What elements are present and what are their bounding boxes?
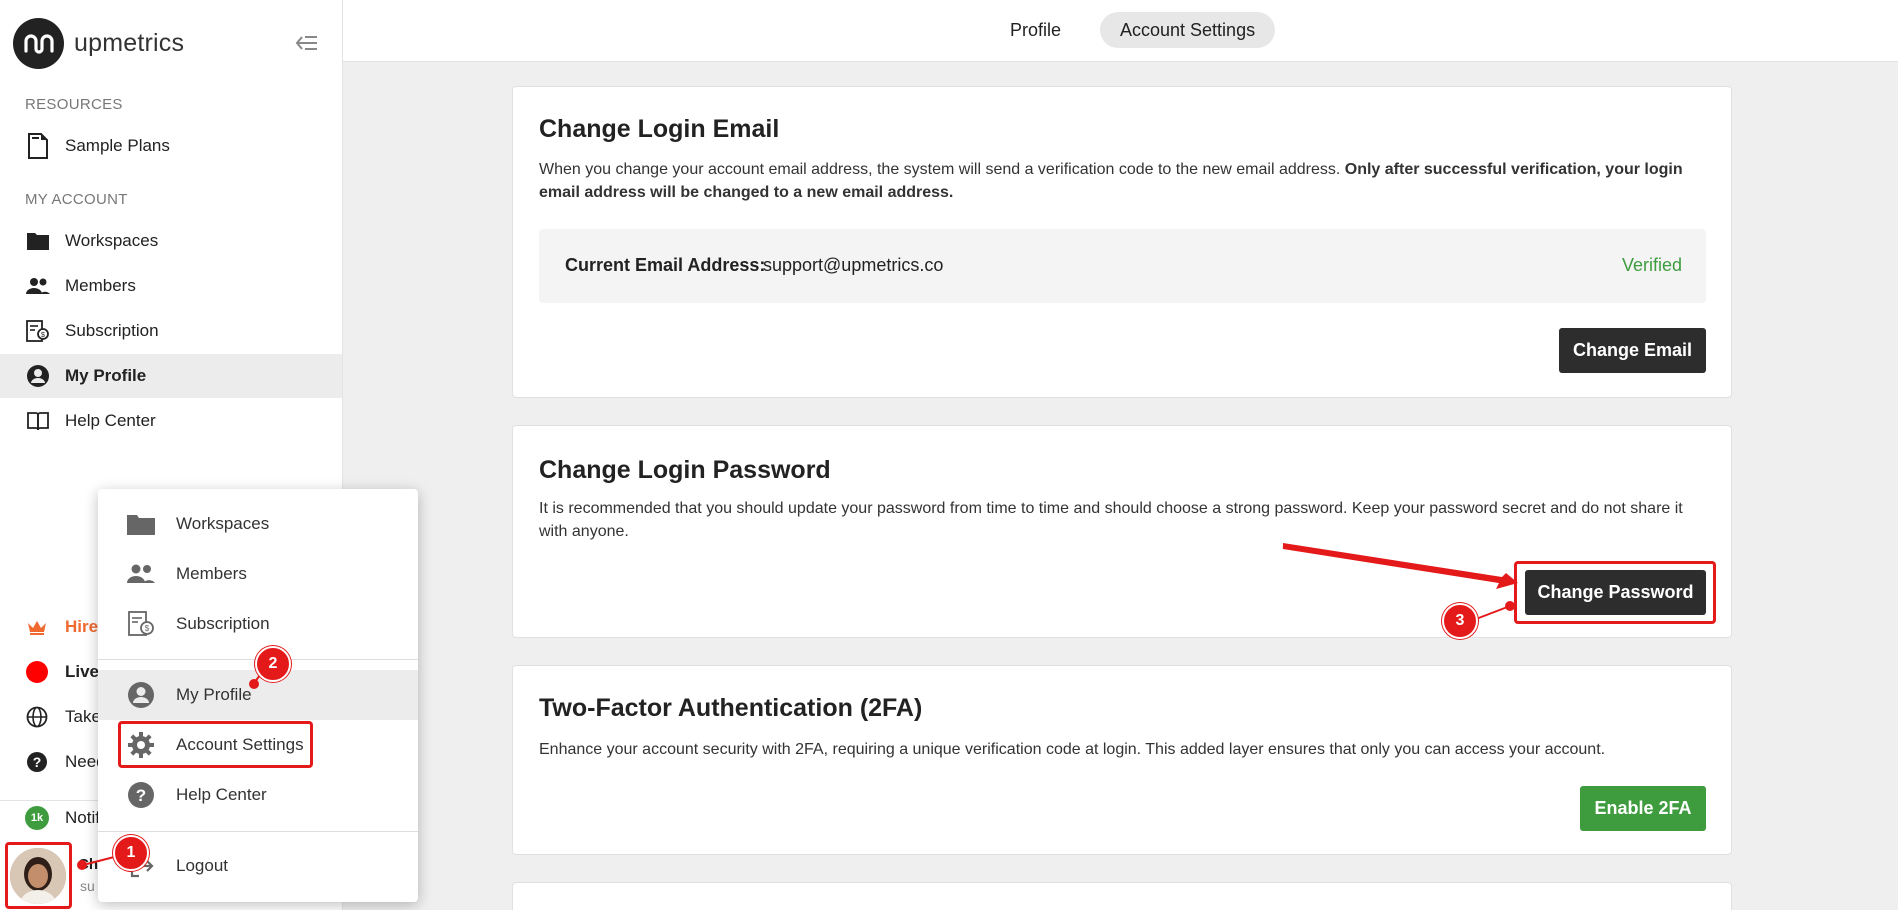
change-password-title: Change Login Password bbox=[539, 456, 831, 484]
account-circle-icon bbox=[126, 680, 156, 710]
tab-account-settings[interactable]: Account Settings bbox=[1100, 12, 1276, 48]
svg-text:$: $ bbox=[145, 624, 150, 633]
annotation-highlight-avatar bbox=[5, 842, 72, 909]
top-bar: Profile Account Settings bbox=[343, 0, 1898, 62]
tab-profile[interactable]: Profile bbox=[990, 12, 1081, 48]
notifications-count-badge: 1k bbox=[25, 806, 49, 830]
sidebar-item-take[interactable]: Take bbox=[25, 705, 101, 729]
globe-icon bbox=[25, 705, 49, 729]
sidebar-item-subscription[interactable]: $ Subscription bbox=[0, 309, 342, 353]
sidebar-item-label: Live bbox=[65, 662, 100, 681]
sidebar-item-label: Sample Plans bbox=[65, 136, 170, 155]
crown-icon bbox=[25, 615, 49, 639]
two-factor-description: Enhance your account security with 2FA, … bbox=[539, 741, 1606, 758]
live-dot-icon bbox=[25, 660, 49, 684]
sidebar-item-label: Hire bbox=[65, 617, 99, 636]
book-icon bbox=[25, 408, 51, 434]
account-circle-icon bbox=[25, 363, 51, 389]
sidebar-item-my-profile[interactable]: My Profile bbox=[0, 354, 342, 398]
change-password-description: It is recommended that you should update… bbox=[539, 500, 1683, 540]
menu-item-label: My Profile bbox=[176, 685, 252, 704]
menu-item-label: Help Center bbox=[176, 785, 267, 804]
sidebar-item-label: Members bbox=[65, 276, 136, 295]
menu-item-label: Logout bbox=[176, 856, 228, 875]
resources-heading: RESOURCES bbox=[25, 96, 123, 113]
people-icon bbox=[126, 559, 156, 589]
people-icon bbox=[25, 273, 51, 299]
document-icon bbox=[25, 133, 51, 159]
brand[interactable]: upmetrics bbox=[13, 18, 184, 69]
menu-item-label: Subscription bbox=[176, 614, 270, 633]
help-icon: ? bbox=[126, 780, 156, 810]
menu-item-my-profile[interactable]: My Profile bbox=[98, 670, 418, 720]
annotation-step-1: 1 bbox=[113, 835, 149, 871]
current-email-label: Current Email Address: bbox=[565, 255, 766, 275]
help-icon: ? bbox=[25, 750, 49, 774]
annotation-step-3: 3 bbox=[1442, 603, 1478, 639]
upmetrics-logo-icon bbox=[13, 18, 64, 69]
account-dropdown-menu: Workspaces Members $ Subscription My Pro… bbox=[98, 489, 418, 902]
two-factor-card: Two-Factor Authentication (2FA) Enhance … bbox=[512, 665, 1732, 855]
sidebar-item-help-center[interactable]: Help Center bbox=[0, 399, 342, 443]
current-email-value: support@upmetrics.co bbox=[763, 255, 944, 275]
menu-item-help-center[interactable]: ? Help Center bbox=[98, 770, 418, 820]
menu-item-members[interactable]: Members bbox=[98, 549, 418, 599]
user-email: su bbox=[80, 878, 95, 894]
subscription-icon: $ bbox=[126, 609, 156, 639]
folder-icon bbox=[25, 228, 51, 254]
next-card bbox=[512, 882, 1732, 910]
sidebar-item-members[interactable]: Members bbox=[0, 264, 342, 308]
sidebar-item-workspaces[interactable]: Workspaces bbox=[0, 219, 342, 263]
menu-item-workspaces[interactable]: Workspaces bbox=[98, 499, 418, 549]
folder-icon bbox=[126, 509, 156, 539]
collapse-sidebar-icon[interactable] bbox=[294, 32, 320, 54]
annotation-highlight-change-password bbox=[1514, 561, 1716, 624]
sidebar-item-label: Take bbox=[65, 707, 101, 726]
change-email-button[interactable]: Change Email bbox=[1559, 328, 1706, 373]
verified-status: Verified bbox=[1621, 255, 1682, 275]
sidebar-item-label: Subscription bbox=[65, 321, 159, 340]
description-text: When you change your account email addre… bbox=[539, 161, 1345, 178]
sidebar-item-sample-plans[interactable]: Sample Plans bbox=[0, 124, 342, 168]
sidebar-item-label: Notif bbox=[65, 808, 100, 827]
change-email-card: Change Login Email When you change your … bbox=[512, 86, 1732, 398]
menu-item-label: Workspaces bbox=[176, 514, 270, 533]
annotation-step-2: 2 bbox=[255, 646, 291, 682]
sidebar-item-label: Help Center bbox=[65, 411, 156, 430]
sidebar-item-live[interactable]: Live bbox=[25, 660, 99, 684]
user-name: Ch bbox=[78, 856, 98, 873]
two-factor-title: Two-Factor Authentication (2FA) bbox=[539, 694, 923, 722]
svg-text:?: ? bbox=[33, 754, 42, 770]
change-email-description: When you change your account email addre… bbox=[539, 158, 1704, 204]
menu-divider bbox=[98, 831, 418, 832]
sidebar-item-hire[interactable]: Hire bbox=[25, 615, 98, 639]
subscription-icon: $ bbox=[25, 318, 51, 344]
svg-text:?: ? bbox=[136, 786, 146, 805]
change-email-title: Change Login Email bbox=[539, 115, 780, 143]
sidebar-item-label: Workspaces bbox=[65, 231, 159, 250]
enable-2fa-button[interactable]: Enable 2FA bbox=[1580, 786, 1706, 831]
my-account-heading: MY ACCOUNT bbox=[25, 191, 128, 208]
svg-text:$: $ bbox=[41, 332, 45, 339]
menu-item-subscription[interactable]: $ Subscription bbox=[98, 599, 418, 649]
annotation-highlight-account-settings bbox=[118, 721, 313, 768]
sidebar-item-notifications[interactable]: 1k Notif bbox=[25, 806, 100, 830]
menu-item-label: Members bbox=[176, 564, 247, 583]
current-email-box: Current Email Address: support@upmetrics… bbox=[539, 229, 1706, 303]
sidebar-item-label: My Profile bbox=[65, 366, 147, 385]
brand-name: upmetrics bbox=[74, 29, 185, 57]
sidebar-item-need[interactable]: ? Need bbox=[25, 750, 106, 774]
